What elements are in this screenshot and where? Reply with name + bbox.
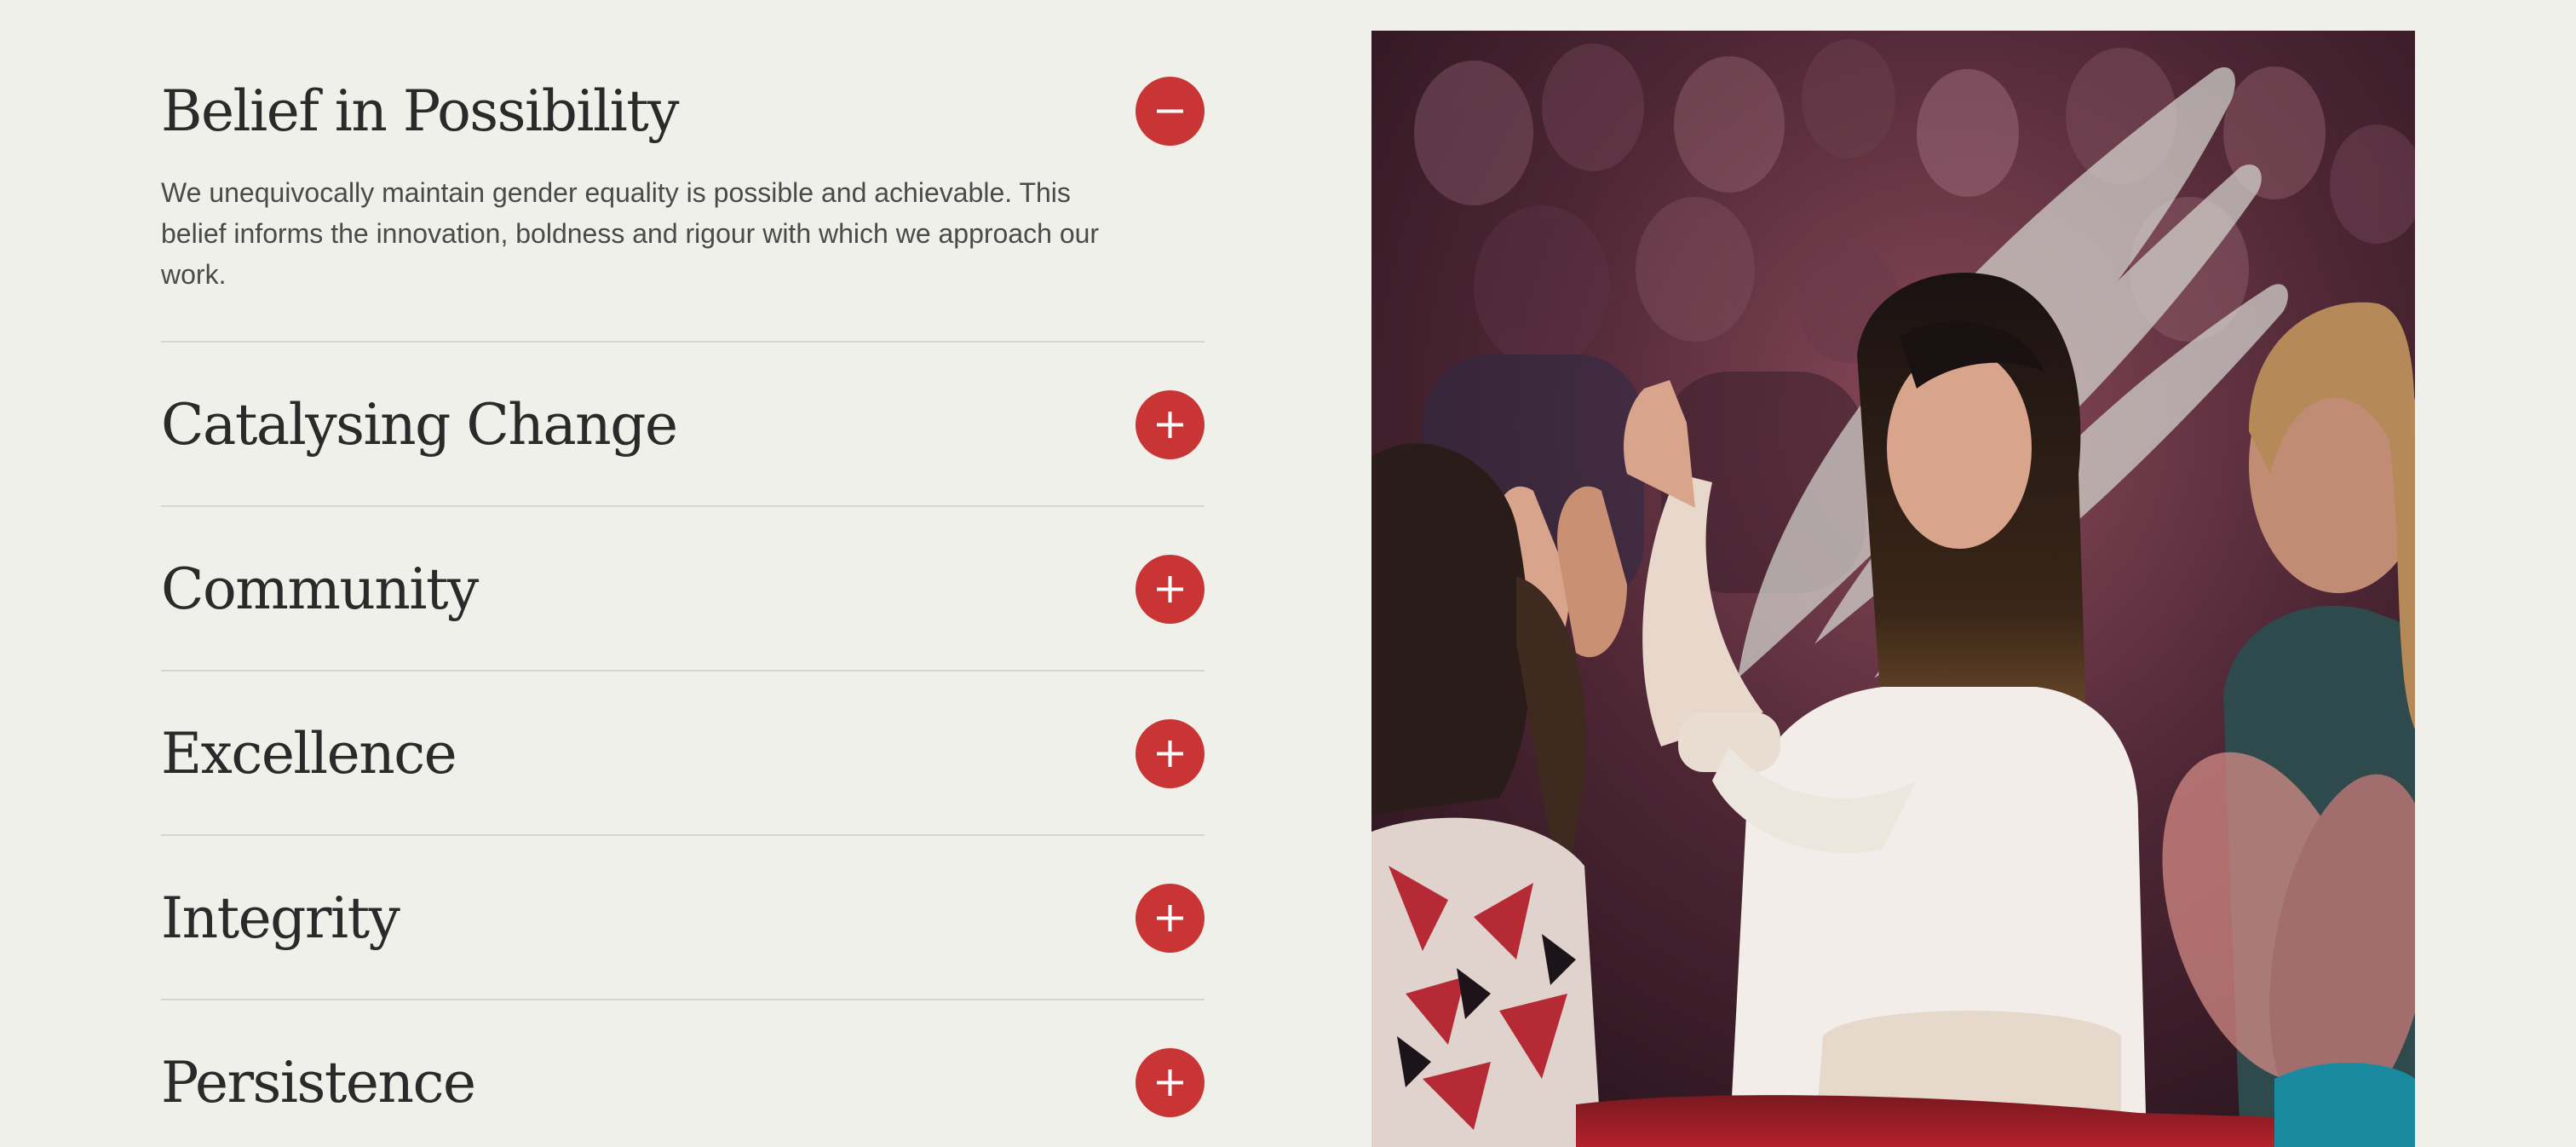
accordion-item-title[interactable]: Catalysing Change	[161, 397, 678, 453]
accordion-item-title[interactable]: Community	[161, 562, 479, 618]
accordion-item-excellence: Excellence	[161, 671, 1205, 836]
audience-photo	[1371, 31, 2415, 1147]
accordion-item-persistence: Persistence	[161, 1000, 1205, 1147]
accordion-item-community: Community	[161, 507, 1205, 671]
accordion-item-integrity: Integrity	[161, 836, 1205, 1000]
minus-icon	[1157, 109, 1183, 113]
accordion-item-title[interactable]: Belief in Possibility	[161, 84, 680, 140]
values-accordion: Belief in Possibility We unequivocally m…	[161, 0, 1205, 1147]
expand-button[interactable]	[1136, 884, 1205, 953]
audience-illustration	[1371, 31, 2415, 1147]
accordion-item-body: We unequivocally maintain gender equalit…	[161, 177, 1100, 290]
plus-icon	[1157, 905, 1183, 931]
expand-button[interactable]	[1136, 390, 1205, 459]
plus-icon	[1157, 576, 1183, 602]
plus-icon	[1157, 412, 1183, 438]
plus-icon	[1157, 1069, 1183, 1096]
expand-button[interactable]	[1136, 719, 1205, 788]
accordion-item-catalysing-change: Catalysing Change	[161, 343, 1205, 507]
accordion-item-title[interactable]: Persistence	[161, 1055, 476, 1111]
plus-icon	[1157, 741, 1183, 767]
accordion-item-title[interactable]: Excellence	[161, 726, 457, 782]
accordion-item-belief-in-possibility: Belief in Possibility We unequivocally m…	[161, 0, 1205, 343]
collapse-button[interactable]	[1136, 77, 1205, 146]
expand-button[interactable]	[1136, 1048, 1205, 1117]
expand-button[interactable]	[1136, 555, 1205, 624]
accordion-item-title[interactable]: Integrity	[161, 891, 400, 947]
